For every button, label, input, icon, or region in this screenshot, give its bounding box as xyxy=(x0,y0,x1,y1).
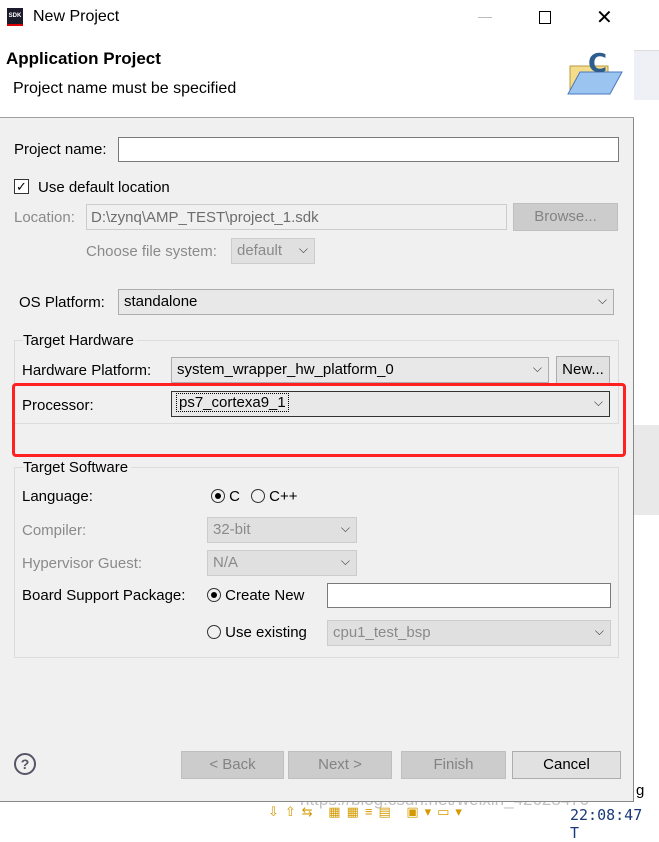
compiler-label: Compiler: xyxy=(22,522,87,539)
project-name-input[interactable] xyxy=(118,137,619,162)
radio-selected-icon xyxy=(211,489,225,503)
location-label: Location: xyxy=(14,209,75,226)
location-input: D:\zynq\AMP_TEST\project_1.sdk xyxy=(86,204,507,230)
chevron-down-icon: ⌵ xyxy=(532,361,542,375)
close-button[interactable]: ✕ xyxy=(596,5,613,30)
chevron-down-icon: ⌵ xyxy=(298,242,308,256)
language-label: Language: xyxy=(22,488,93,505)
help-button[interactable]: ? xyxy=(14,753,36,775)
wizard-header: Application Project Project name must be… xyxy=(0,36,634,118)
maximize-button[interactable] xyxy=(539,11,551,24)
chevron-down-icon: ⌵ xyxy=(597,293,607,307)
use-default-location-label[interactable]: Use default location xyxy=(38,179,170,196)
use-default-location-checkbox[interactable]: ✓ xyxy=(14,179,29,194)
hypervisor-select: N/A ⌵ xyxy=(207,550,357,576)
back-button: < Back xyxy=(181,751,284,779)
window-title: New Project xyxy=(33,8,120,25)
radio-icon xyxy=(251,489,265,503)
chevron-down-icon: ⌵ xyxy=(340,521,350,535)
file-system-label: Choose file system: xyxy=(86,243,217,260)
chevron-down-icon: ⌵ xyxy=(340,554,350,568)
sdk-app-icon: SDK xyxy=(7,8,23,26)
c-project-folder-icon: C xyxy=(562,48,624,98)
project-name-label: Project name: xyxy=(14,141,107,158)
title-bar: SDK New Project ✕ xyxy=(0,0,634,36)
compiler-select: 32-bit ⌵ xyxy=(207,517,357,543)
chevron-down-icon: ⌵ xyxy=(594,624,604,638)
use-existing-bsp-radio[interactable]: Use existing xyxy=(207,624,307,641)
file-system-select: default ⌵ xyxy=(231,238,315,264)
radio-icon xyxy=(207,625,221,639)
target-hardware-title: Target Hardware xyxy=(23,332,137,349)
browse-button: Browse... xyxy=(513,203,618,231)
new-project-dialog: SDK New Project ✕ Application Project Pr… xyxy=(0,0,634,802)
background-toolbar: ⇩⇧⇆ ▦▦≡▤ ▣▾▭▾ https://blog.csdn.net/weix… xyxy=(0,790,659,842)
console-time: 22:08:47 T xyxy=(570,806,643,842)
hardware-platform-select[interactable]: system_wrapper_hw_platform_0 ⌵ xyxy=(171,357,549,383)
page-message: Project name must be specified xyxy=(13,80,237,97)
cancel-button[interactable]: Cancel xyxy=(512,751,621,779)
next-button: Next > xyxy=(288,751,392,779)
background-window xyxy=(634,0,659,822)
hypervisor-label: Hypervisor Guest: xyxy=(22,555,143,572)
os-platform-select[interactable]: standalone ⌵ xyxy=(118,289,614,315)
target-software-title: Target Software xyxy=(23,459,132,476)
create-new-bsp-radio[interactable]: Create New xyxy=(207,587,304,604)
finish-button: Finish xyxy=(401,751,506,779)
hardware-platform-label: Hardware Platform: xyxy=(22,362,152,379)
bsp-name-input[interactable] xyxy=(327,583,611,608)
bsp-label: Board Support Package: xyxy=(22,587,186,604)
language-c-radio[interactable]: C xyxy=(211,488,240,505)
minimize-button[interactable] xyxy=(478,17,492,18)
background-tab-fragment: g xyxy=(636,782,645,799)
processor-highlight-box xyxy=(12,383,626,457)
existing-bsp-select: cpu1_test_bsp ⌵ xyxy=(327,620,611,646)
os-platform-label: OS Platform: xyxy=(19,294,105,311)
radio-selected-icon xyxy=(207,588,221,602)
page-title: Application Project xyxy=(6,49,161,68)
new-hardware-button[interactable]: New... xyxy=(556,356,610,384)
svg-text:C: C xyxy=(588,49,607,79)
language-cpp-radio[interactable]: C++ xyxy=(251,488,298,505)
